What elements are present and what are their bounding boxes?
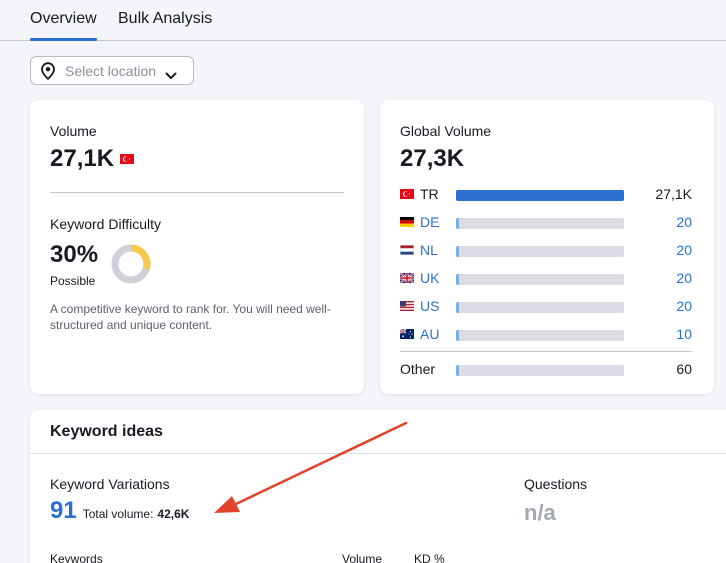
annotation-arrow-icon [214,421,408,513]
